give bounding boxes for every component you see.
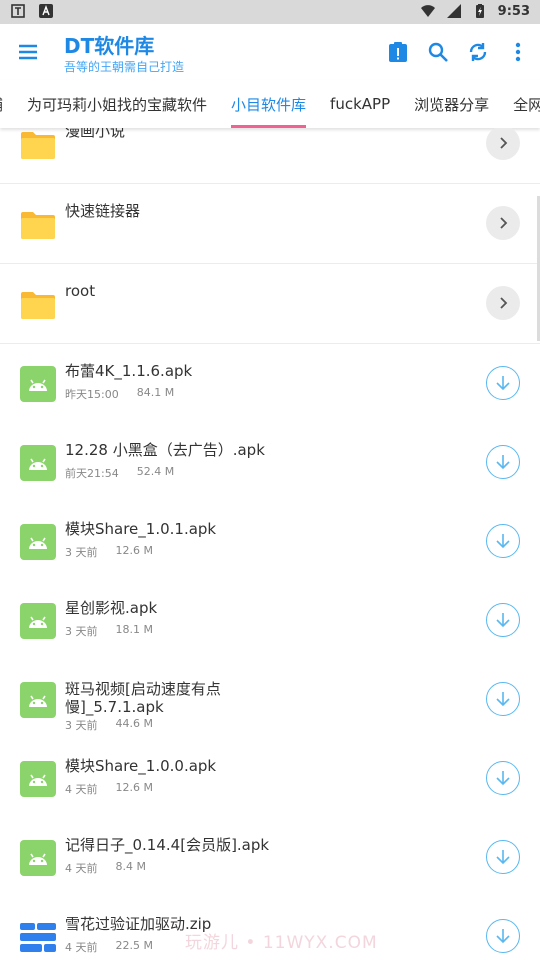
file-row[interactable]: 12.28 小黑盒（去广告）.apk 前天21:54 52.4 M [0, 423, 540, 503]
app-subtitle: 吾等的王朝需自己打造 [64, 60, 185, 74]
category-tabs: 铺 为可玛莉小姐找的宝藏软件 小目软件库 fuckAPP 浏览器分享 全网最 [0, 80, 540, 128]
file-size: 44.6 M [115, 717, 153, 730]
file-name: 模块Share_1.0.0.apk [65, 757, 217, 775]
file-time: 昨天15:00 [65, 388, 119, 401]
folder-name: 漫画小说 [65, 128, 126, 140]
folder-row[interactable]: 漫画小说 [0, 128, 540, 184]
android-apk-icon [20, 603, 56, 639]
file-time: 4 天前 [65, 941, 98, 954]
download-icon[interactable] [486, 366, 520, 400]
file-time: 3 天前 [65, 719, 98, 732]
file-time: 4 天前 [65, 862, 98, 875]
search-icon[interactable] [424, 38, 452, 66]
download-icon[interactable] [486, 524, 520, 558]
file-name: 模块Share_1.0.1.apk [65, 520, 217, 538]
app-title: DT软件库 [64, 34, 155, 58]
zip-archive-icon [20, 919, 56, 955]
file-size: 22.5 M [115, 939, 153, 952]
download-icon[interactable] [486, 682, 520, 716]
watermark: 玩游儿 • 11WYX.COM [185, 933, 378, 953]
notification-a-icon [38, 3, 54, 19]
folder-name: 快速链接器 [65, 202, 141, 220]
file-name: 12.28 小黑盒（去广告）.apk [65, 441, 265, 459]
folder-icon [20, 286, 56, 322]
download-icon[interactable] [486, 919, 520, 953]
tab-fuckapp[interactable]: fuckAPP [330, 80, 390, 128]
sync-icon[interactable] [464, 38, 492, 66]
file-size: 8.4 M [115, 860, 146, 873]
file-row[interactable]: 斑马视频[启动速度有点慢]_5.7.1.apk 3 天前 44.6 M [0, 660, 540, 740]
file-row[interactable]: 模块Share_1.0.1.apk 3 天前 12.6 M [0, 502, 540, 582]
file-size: 84.1 M [136, 386, 175, 399]
toolbar-actions [384, 38, 532, 66]
app-bar: DT软件库 吾等的王朝需自己打造 [0, 24, 540, 80]
folder-name: root [65, 282, 96, 300]
file-size: 12.6 M [115, 781, 153, 794]
android-apk-icon [20, 445, 56, 481]
android-apk-icon [20, 682, 56, 718]
tab-treasure-apps[interactable]: 为可玛莉小姐找的宝藏软件 [27, 80, 207, 128]
clipboard-info-icon[interactable] [384, 38, 412, 66]
tab-xiaomu-library[interactable]: 小目软件库 [231, 80, 307, 128]
folder-icon [20, 128, 56, 162]
file-name: 斑马视频[启动速度有点慢]_5.7.1.apk [65, 680, 221, 716]
file-list: 漫画小说 快速链接器 root 布蕾4K_1.1.6.apk 昨天15:00 84… [0, 128, 540, 960]
tab-browser-share[interactable]: 浏览器分享 [414, 80, 489, 128]
file-size: 18.1 M [115, 623, 153, 636]
file-time: 前天21:54 [65, 467, 119, 480]
more-vert-icon[interactable] [504, 38, 532, 66]
file-size: 12.6 M [115, 544, 153, 557]
chevron-right-icon[interactable] [486, 286, 520, 320]
file-name: 布蕾4K_1.1.6.apk [65, 362, 193, 380]
status-bar: 9:53 [0, 0, 540, 24]
download-icon[interactable] [486, 603, 520, 637]
folder-icon [20, 206, 56, 242]
download-icon[interactable] [486, 445, 520, 479]
menu-icon[interactable] [14, 38, 42, 66]
tab-whole-web[interactable]: 全网最 [513, 80, 540, 128]
battery-icon [472, 3, 488, 19]
file-name: 星创影视.apk [65, 599, 158, 617]
android-apk-icon [20, 524, 56, 560]
carrier-icon [10, 3, 26, 19]
file-row[interactable]: 星创影视.apk 3 天前 18.1 M [0, 581, 540, 661]
file-row[interactable]: 布蕾4K_1.1.6.apk 昨天15:00 84.1 M [0, 344, 540, 424]
chevron-right-icon[interactable] [486, 128, 520, 160]
file-name: 记得日子_0.14.4[会员版].apk [65, 836, 270, 854]
tab-shop[interactable]: 铺 [0, 80, 3, 128]
status-time: 9:53 [497, 3, 530, 19]
file-time: 4 天前 [65, 783, 98, 796]
android-apk-icon [20, 761, 56, 797]
file-row[interactable]: 模块Share_1.0.0.apk 4 天前 12.6 M [0, 739, 540, 819]
file-time: 3 天前 [65, 625, 98, 638]
folder-row[interactable]: root [0, 264, 540, 344]
chevron-right-icon[interactable] [486, 206, 520, 240]
signal-icon [446, 3, 462, 19]
file-time: 3 天前 [65, 546, 98, 559]
folder-row[interactable]: 快速链接器 [0, 184, 540, 264]
file-row[interactable]: 记得日子_0.14.4[会员版].apk 4 天前 8.4 M [0, 818, 540, 898]
wifi-icon [420, 3, 436, 19]
file-size: 52.4 M [136, 465, 175, 478]
download-icon[interactable] [486, 761, 520, 795]
android-apk-icon [20, 366, 56, 402]
android-apk-icon [20, 840, 56, 876]
download-icon[interactable] [486, 840, 520, 874]
